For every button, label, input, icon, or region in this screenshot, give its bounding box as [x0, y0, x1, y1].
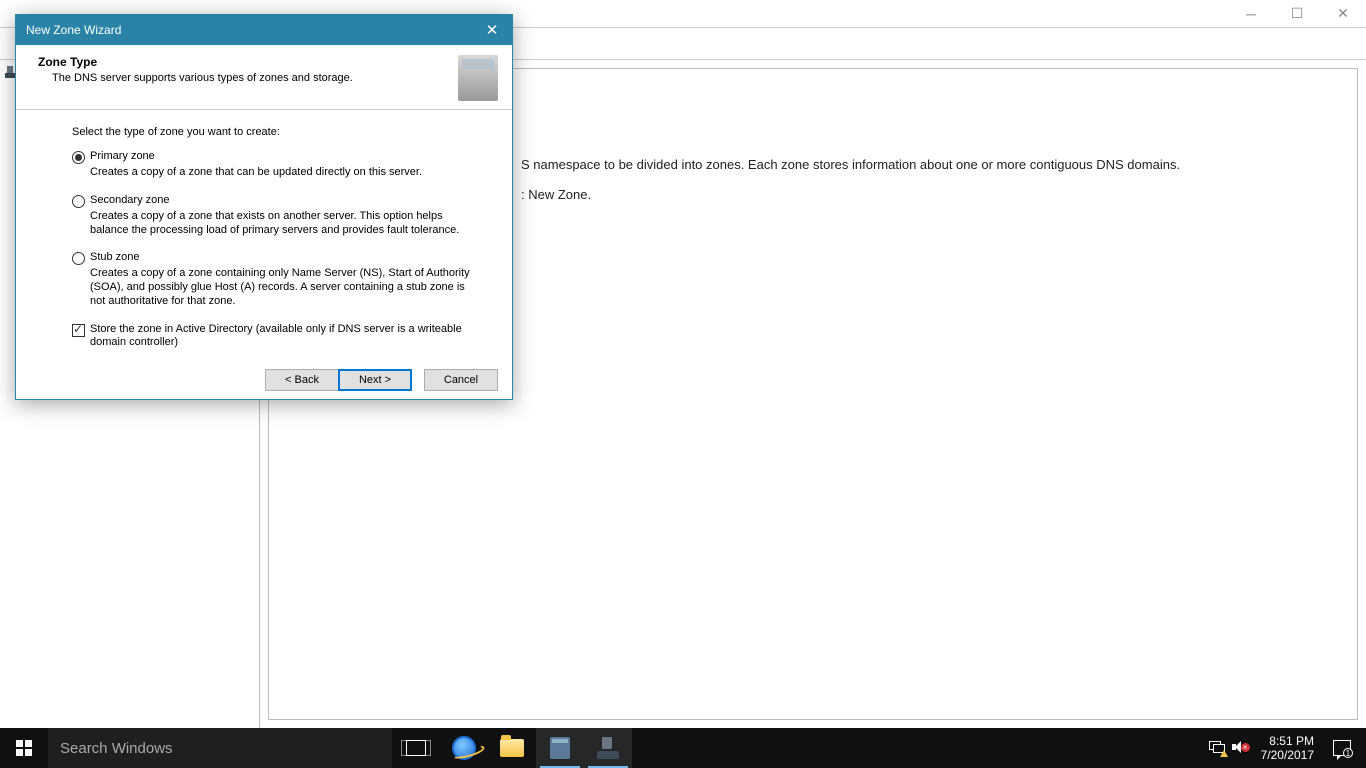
wizard-header-title: Zone Type — [38, 55, 458, 69]
radio-secondary-zone-indicator — [72, 195, 85, 208]
wizard-prompt: Select the type of zone you want to crea… — [72, 126, 474, 138]
radio-primary-zone-indicator — [72, 151, 85, 164]
wizard-close-button[interactable]: ✕ — [472, 15, 512, 45]
checkbox-store-ad-indicator — [72, 324, 85, 337]
radio-stub-zone-label: Stub zone — [90, 251, 140, 263]
bg-text-2: New Zone. — [528, 187, 591, 202]
wizard-header: Zone Type The DNS server supports variou… — [16, 45, 512, 110]
radio-primary-zone-label: Primary zone — [90, 150, 155, 162]
bg-text-1-prefix: S — [521, 157, 530, 172]
folder-icon — [500, 739, 524, 757]
taskbar-search-placeholder: Search Windows — [60, 740, 173, 757]
tray-clock[interactable]: 8:51 PM 7/20/2017 — [1253, 734, 1322, 763]
wizard-titlebar[interactable]: New Zone Wizard ✕ — [16, 15, 512, 45]
radio-primary-zone-desc: Creates a copy of a zone that can be upd… — [90, 166, 474, 180]
parent-close-button[interactable]: ✕ — [1320, 0, 1366, 28]
checkbox-store-ad-label: Store the zone in Active Directory (avai… — [90, 323, 474, 351]
radio-stub-zone-indicator — [72, 252, 85, 265]
start-button[interactable] — [0, 728, 48, 768]
notification-icon: 1 — [1333, 740, 1351, 756]
taskbar-search[interactable]: Search Windows — [48, 728, 392, 768]
server-manager-icon — [550, 737, 570, 759]
parent-maximize-button[interactable]: ☐ — [1274, 0, 1320, 28]
tray-network-icon[interactable] — [1205, 728, 1229, 768]
checkbox-store-ad[interactable]: Store the zone in Active Directory (avai… — [72, 323, 474, 351]
wizard-header-subtitle: The DNS server supports various types of… — [38, 72, 458, 84]
task-view-button[interactable] — [392, 728, 440, 768]
notification-badge: 1 — [1343, 748, 1353, 758]
system-tray: × 8:51 PM 7/20/2017 1 — [1205, 728, 1366, 768]
server-graphic-icon — [458, 55, 498, 101]
radio-secondary-zone-label: Secondary zone — [90, 194, 170, 206]
ie-icon — [452, 736, 476, 760]
bg-text-2-prefix: : — [521, 187, 525, 202]
taskbar-dns-manager[interactable] — [584, 728, 632, 768]
tray-notifications[interactable]: 1 — [1322, 728, 1362, 768]
radio-secondary-zone-desc: Creates a copy of a zone that exists on … — [90, 210, 474, 238]
taskbar-server-manager[interactable] — [536, 728, 584, 768]
next-button[interactable]: Next > — [338, 369, 412, 391]
back-button[interactable]: < Back — [265, 369, 339, 391]
tray-date: 7/20/2017 — [1261, 748, 1314, 762]
new-zone-wizard-dialog: New Zone Wizard ✕ Zone Type The DNS serv… — [15, 14, 513, 400]
radio-secondary-zone[interactable]: Secondary zone — [72, 194, 474, 208]
taskbar-explorer[interactable] — [488, 728, 536, 768]
dns-manager-taskbar-icon — [597, 737, 619, 759]
wizard-content: Select the type of zone you want to crea… — [16, 110, 512, 360]
task-view-icon — [406, 740, 426, 756]
wizard-footer: < Back Next > Cancel — [16, 360, 512, 399]
tray-time: 8:51 PM — [1261, 734, 1314, 748]
radio-stub-zone[interactable]: Stub zone — [72, 251, 474, 265]
taskbar: Search Windows × 8:51 PM 7/20/2017 — [0, 728, 1366, 768]
cancel-button[interactable]: Cancel — [424, 369, 498, 391]
radio-primary-zone[interactable]: Primary zone — [72, 150, 474, 164]
parent-minimize-button[interactable]: ─ — [1228, 0, 1274, 28]
radio-stub-zone-desc: Creates a copy of a zone containing only… — [90, 267, 474, 308]
taskbar-ie[interactable] — [440, 728, 488, 768]
tray-volume-icon[interactable]: × — [1229, 728, 1253, 768]
bg-text-1: namespace to be divided into zones. Each… — [533, 157, 1180, 172]
wizard-title: New Zone Wizard — [26, 23, 121, 37]
